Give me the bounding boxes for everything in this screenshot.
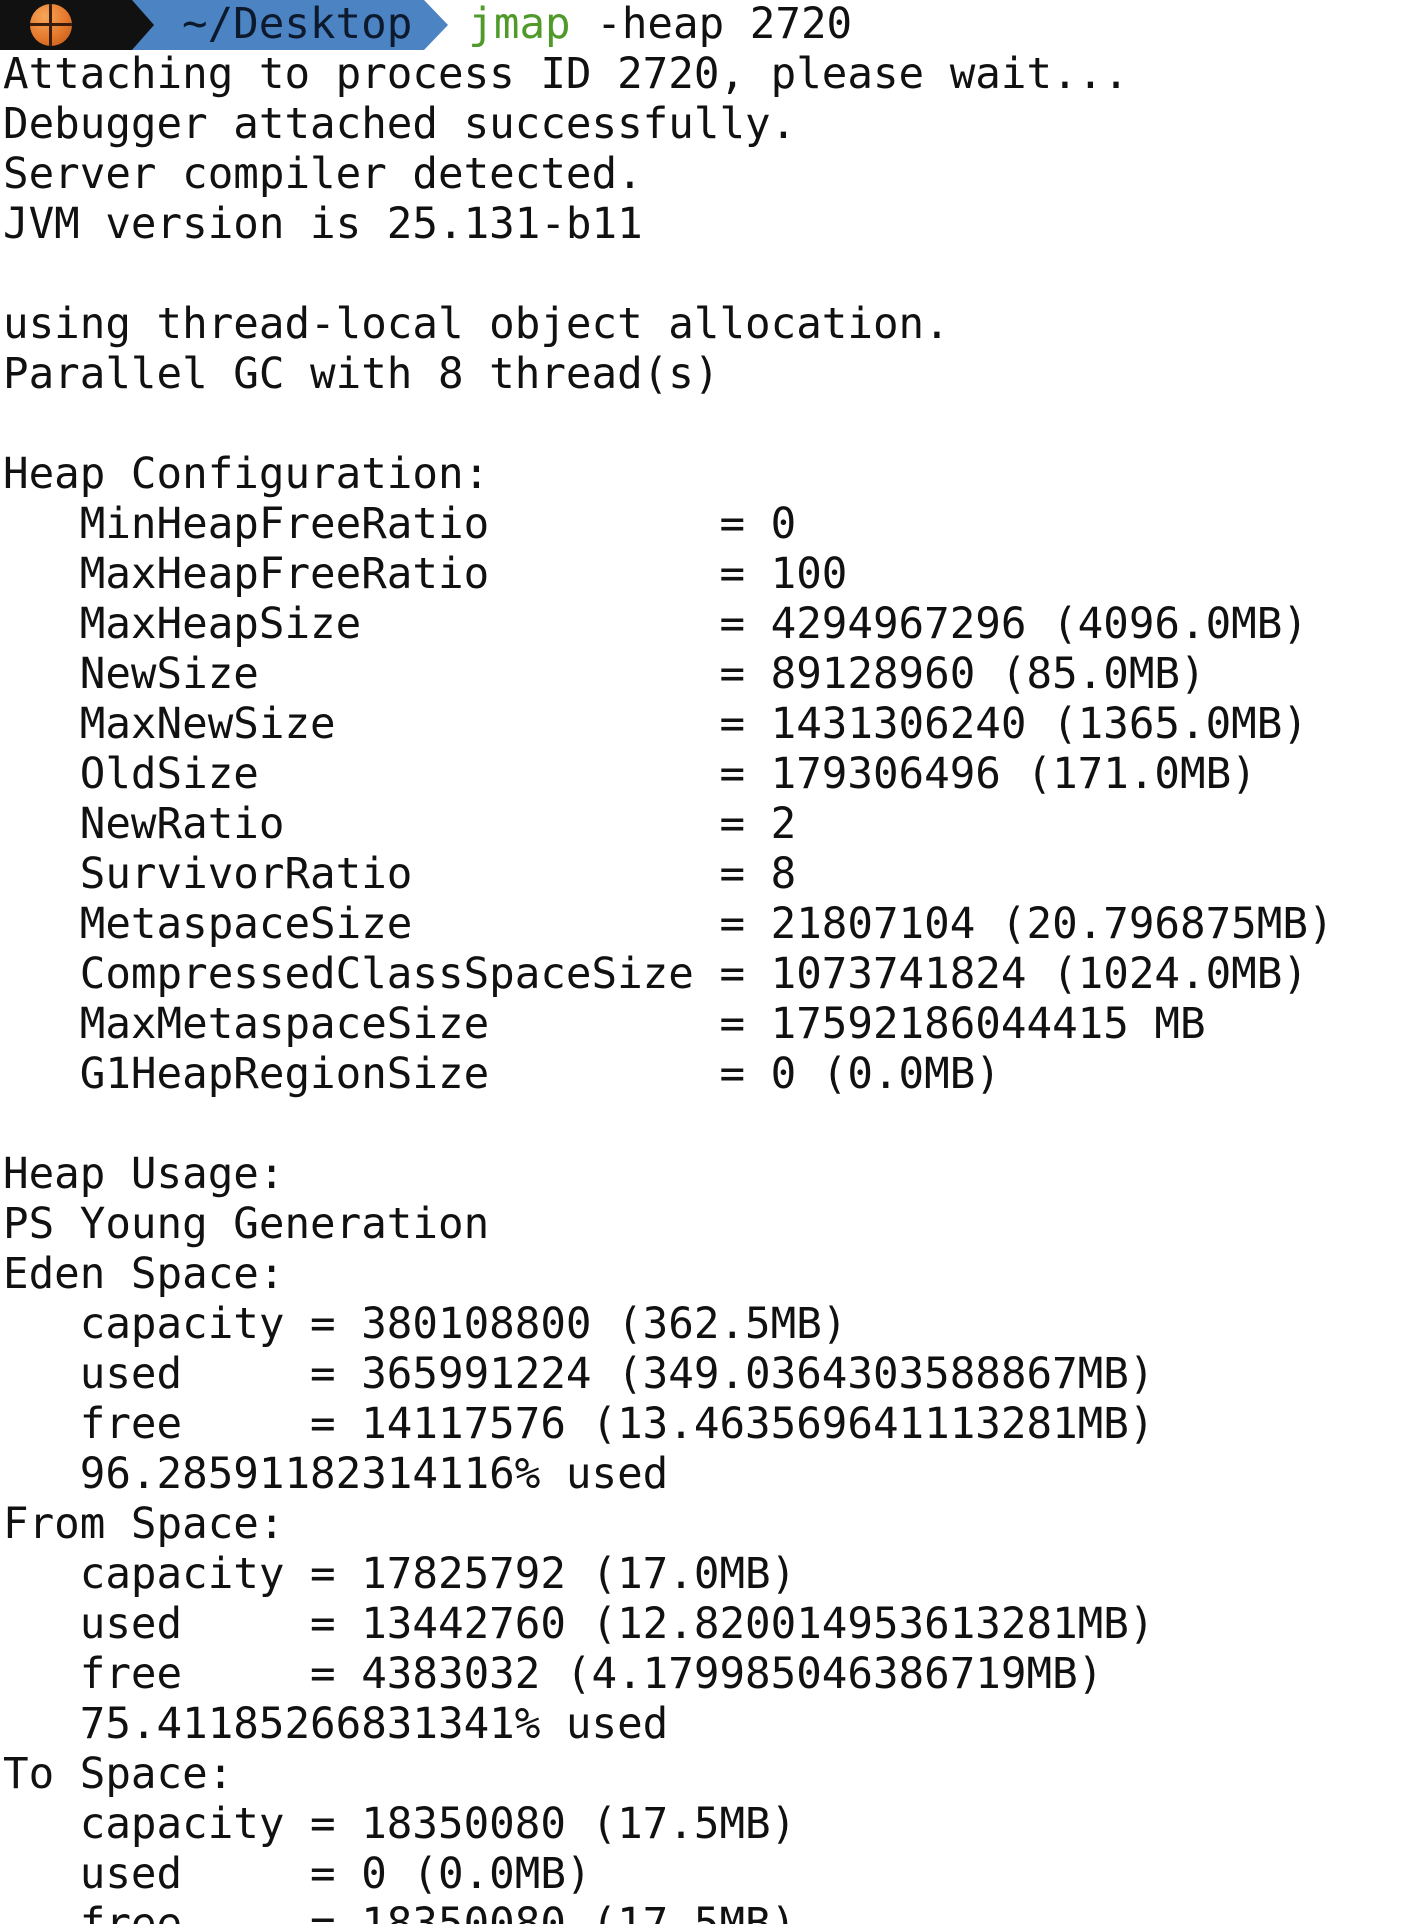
output-line: free = 14117576 (13.463569641113281MB)	[3, 1400, 1155, 1449]
output-line: MinHeapFreeRatio = 0	[3, 500, 797, 549]
prompt-command[interactable]: jmap -heap 2720	[424, 0, 852, 50]
output-line: From Space:	[3, 1500, 285, 1549]
terminal-window[interactable]: ~/Desktop jmap -heap 2720 Attaching to p…	[0, 0, 1404, 1924]
command-args: -heap 2720	[570, 0, 853, 49]
output-line: 96.28591182314116% used	[3, 1450, 669, 1499]
output-line: capacity = 380108800 (362.5MB)	[3, 1300, 848, 1349]
output-line: Server compiler detected.	[3, 150, 643, 199]
output-line: Eden Space:	[3, 1250, 285, 1299]
output-line: OldSize = 179306496 (171.0MB)	[3, 750, 1257, 799]
output-line: capacity = 18350080 (17.5MB)	[3, 1800, 797, 1849]
output-line: JVM version is 25.131-b11	[3, 200, 643, 249]
output-line: used = 365991224 (349.0364303588867MB)	[3, 1350, 1155, 1399]
output-line: used = 13442760 (12.820014953613281MB)	[3, 1600, 1155, 1649]
output-line: using thread-local object allocation.	[3, 300, 950, 349]
output-line: Heap Usage:	[3, 1150, 285, 1199]
output-line: SurvivorRatio = 8	[3, 850, 797, 899]
command-output: Attaching to process ID 2720, please wai…	[3, 50, 1334, 1924]
output-line: MaxNewSize = 1431306240 (1365.0MB)	[3, 700, 1308, 749]
prompt-path-segment: ~/Desktop	[132, 0, 449, 50]
prompt-path: ~/Desktop	[182, 0, 413, 49]
shell-prompt: ~/Desktop jmap -heap 2720	[0, 0, 852, 50]
output-line: MaxHeapSize = 4294967296 (4096.0MB)	[3, 600, 1308, 649]
output-line: free = 4383032 (4.179985046386719MB)	[3, 1650, 1104, 1699]
output-line: NewSize = 89128960 (85.0MB)	[3, 650, 1206, 699]
output-line: used = 0 (0.0MB)	[3, 1850, 592, 1899]
output-line: MaxMetaspaceSize = 17592186044415 MB	[3, 1000, 1206, 1049]
output-line: MetaspaceSize = 21807104 (20.796875MB)	[3, 900, 1334, 949]
output-line: CompressedClassSpaceSize = 1073741824 (1…	[3, 950, 1308, 999]
prompt-icon-segment	[0, 0, 154, 50]
output-line: Debugger attached successfully.	[3, 100, 797, 149]
output-line: PS Young Generation	[3, 1200, 490, 1249]
output-line: G1HeapRegionSize = 0 (0.0MB)	[3, 1050, 1001, 1099]
output-line: free = 18350080 (17.5MB)	[3, 1900, 1334, 1924]
output-line: To Space:	[3, 1750, 234, 1799]
output-line: 75.41185266831341% used	[3, 1700, 669, 1749]
basketball-icon	[30, 4, 72, 46]
output-line: capacity = 17825792 (17.0MB)	[3, 1550, 797, 1599]
command-name: jmap	[468, 0, 571, 49]
output-line: MaxHeapFreeRatio = 100	[3, 550, 848, 599]
output-line: NewRatio = 2	[3, 800, 797, 849]
output-line: Attaching to process ID 2720, please wai…	[3, 50, 1129, 99]
output-line: Heap Configuration:	[3, 450, 490, 499]
output-line: Parallel GC with 8 thread(s)	[3, 350, 720, 399]
